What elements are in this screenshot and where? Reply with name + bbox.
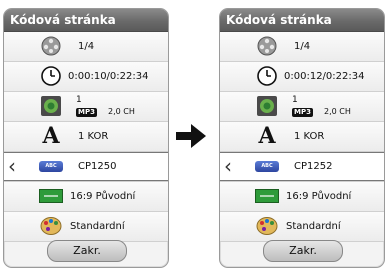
arrow-right-icon [176, 124, 206, 148]
panel-title: Kódová stránka [220, 9, 384, 32]
row-code-page[interactable]: ‹ ABC CP1252 [220, 152, 384, 182]
row-subtitle[interactable]: A 1 KOR [220, 122, 384, 152]
clock-icon [38, 65, 64, 87]
row-aspect[interactable]: 16:9 Původní [220, 182, 384, 212]
row-audio[interactable]: 1 MP3 2,0 CH [4, 92, 168, 122]
audio-format-badge: MP3 [76, 108, 97, 117]
selection-border-bottom [220, 180, 384, 181]
row-aspect[interactable]: 16:9 Původní [4, 182, 168, 212]
font-a-icon: A [42, 123, 60, 149]
code-page-value: CP1252 [294, 161, 333, 172]
playback-time: 0:00:12/0:22:34 [284, 71, 365, 82]
row-picture-mode[interactable]: Standardní [4, 212, 168, 242]
palette-icon [38, 215, 64, 237]
picture-mode-value: Standardní [70, 221, 125, 232]
aspect-ratio-value: 16:9 Původní [286, 191, 352, 202]
aspect-ratio-value: 16:9 Původní [70, 191, 136, 202]
audio-channels: 2,0 CH [108, 107, 135, 116]
osd-panel-after: Kódová stránka 1/4 0:00:12/0:22:34 1 MP3… [219, 8, 385, 268]
subtitle-language: 1 KOR [294, 131, 325, 142]
close-button[interactable]: Zakr. [263, 240, 343, 262]
audio-track: 1 [292, 95, 298, 105]
row-picture-mode[interactable]: Standardní [220, 212, 384, 242]
audio-track: 1 [76, 95, 82, 105]
chevron-left-icon[interactable]: ‹ [8, 154, 16, 178]
row-code-page[interactable]: ‹ ABC CP1250 [4, 152, 168, 182]
palette-icon [254, 215, 280, 237]
row-subtitle[interactable]: A 1 KOR [4, 122, 168, 152]
aspect-ratio-icon [254, 185, 280, 207]
panel-title: Kódová stránka [4, 9, 168, 32]
speaker-icon [38, 95, 64, 117]
row-audio[interactable]: 1 MP3 2,0 CH [220, 92, 384, 122]
picture-mode-value: Standardní [286, 221, 341, 232]
title-number: 1/4 [294, 41, 311, 52]
code-page-value: CP1250 [78, 161, 117, 172]
aspect-ratio-icon [38, 185, 64, 207]
audio-channels: 2,0 CH [324, 107, 351, 116]
close-button[interactable]: Zakr. [47, 240, 127, 262]
font-a-icon: A [258, 123, 276, 149]
row-title[interactable]: 1/4 [4, 32, 168, 62]
chevron-left-icon[interactable]: ‹ [224, 154, 232, 178]
speaker-icon [254, 95, 280, 117]
title-number: 1/4 [78, 41, 95, 52]
row-time[interactable]: 0:00:12/0:22:34 [220, 62, 384, 92]
abc-code-icon: ABC [38, 155, 64, 177]
abc-code-icon: ABC [254, 155, 280, 177]
row-time[interactable]: 0:00:10/0:22:34 [4, 62, 168, 92]
clock-icon [254, 65, 280, 87]
osd-panel-before: Kódová stránka 1/4 0:00:10/0:22:34 1 MP3… [3, 8, 169, 268]
audio-format-badge: MP3 [292, 108, 313, 117]
subtitle-language: 1 KOR [78, 131, 109, 142]
row-title[interactable]: 1/4 [220, 32, 384, 62]
playback-time: 0:00:10/0:22:34 [68, 71, 149, 82]
selection-border-bottom [4, 180, 168, 181]
film-reel-icon [38, 35, 64, 57]
film-reel-icon [254, 35, 280, 57]
